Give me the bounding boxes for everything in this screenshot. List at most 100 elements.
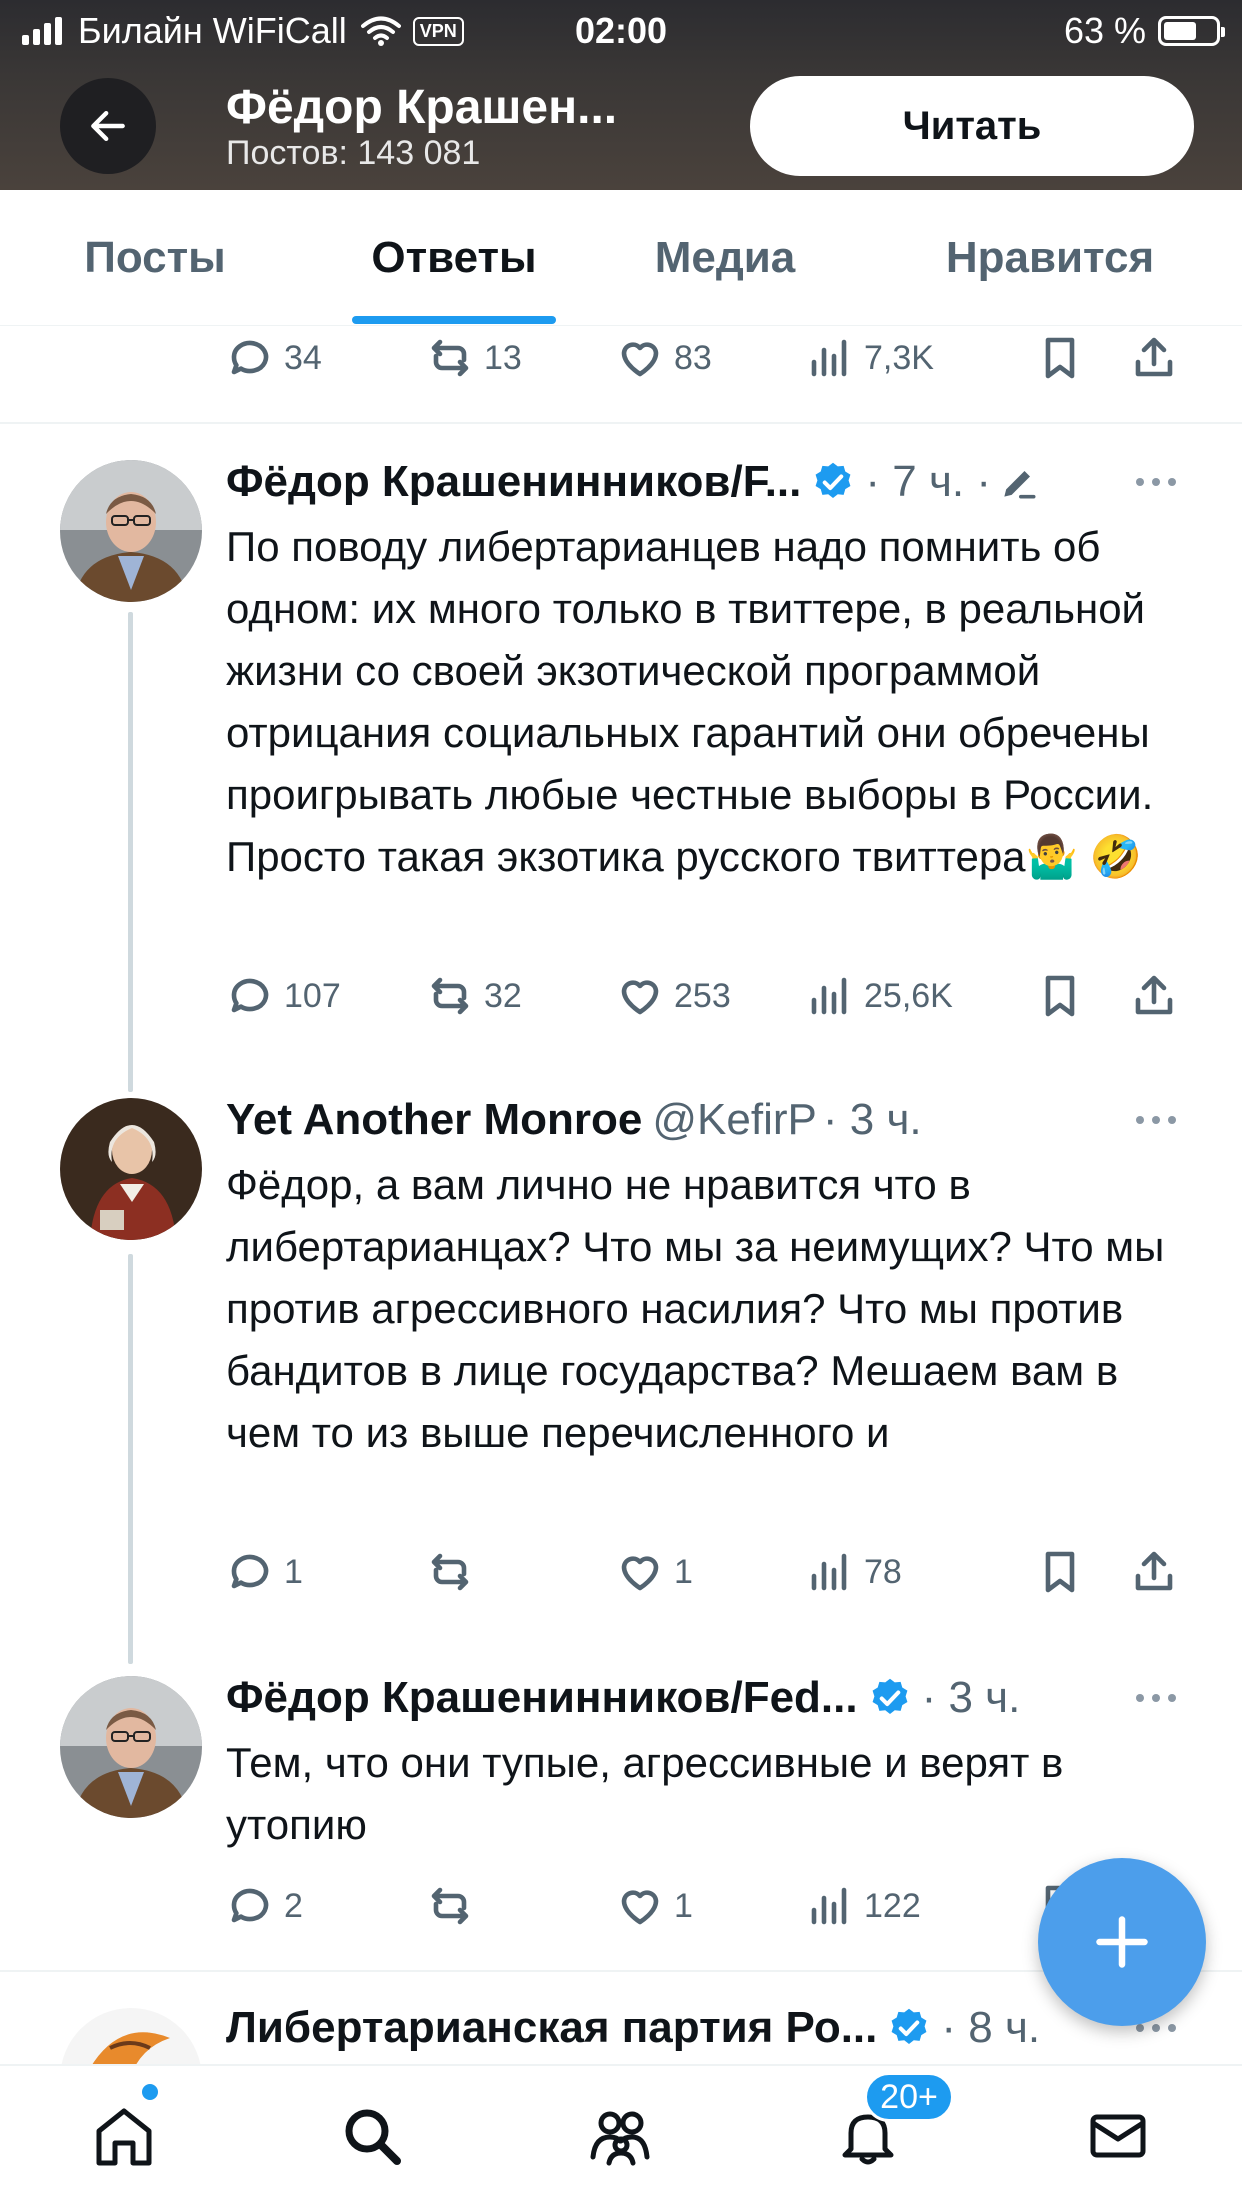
views-button[interactable]: 122 [806,1876,921,1936]
battery-label: 63 % [1063,10,1146,51]
views-count: 78 [864,1552,902,1591]
reply-button[interactable]: 34 [226,328,322,388]
bookmark-button[interactable] [1036,328,1084,388]
nav-search[interactable] [322,2086,422,2186]
share-button[interactable] [1130,328,1178,388]
heart-icon [621,342,659,377]
like-button[interactable]: 253 [616,966,731,1026]
tweet-header: Либертарианская партия Ро... · 8 ч. [226,1998,1186,2058]
retweet-button[interactable] [426,1876,484,1936]
like-count: 83 [674,338,712,377]
arrow-left-icon [91,110,125,142]
tweet-text: Фёдор, а вам лично не нравится что в либ… [226,1161,1165,1456]
posts-count: Постов: 143 081 [226,134,481,172]
bookmark-icon [1045,1551,1075,1593]
verified-badge-icon [815,462,851,498]
thread-line [128,1254,133,1664]
like-count: 253 [674,976,731,1015]
tweet-time: · 7 ч. · [865,457,991,506]
retweet-icon [431,1553,469,1591]
nav-home[interactable] [74,2086,174,2186]
retweet-icon [431,977,469,1015]
retweet-count: 32 [484,976,522,1015]
tweet-actions: 34 13 83 7,3K [226,328,1186,388]
more-options-icon[interactable] [1126,1090,1186,1150]
tweet-time: · 3 ч. [822,1095,922,1144]
profile-header: Билайн WiFiCall VPN 02:00 63 % Фёдор Кра… [0,0,1242,190]
nav-communities[interactable] [570,2086,670,2186]
retweet-icon [431,1887,469,1925]
reply-count: 1 [284,1552,303,1591]
tab-media[interactable]: Медиа [620,190,830,326]
status-bar: Билайн WiFiCall VPN 02:00 63 % [0,0,1242,62]
views-button[interactable]: 78 [806,1542,902,1602]
views-icon [811,1887,847,1925]
back-button[interactable] [60,78,156,174]
bookmark-button[interactable] [1036,1542,1084,1602]
tweet-time: · 3 ч. [921,1673,1021,1722]
like-button[interactable]: 1 [616,1876,693,1936]
tweet-time: · 8 ч. [941,2003,1041,2052]
heart-icon [621,1556,659,1591]
bookmark-button[interactable] [1036,966,1084,1026]
reply-button[interactable]: 107 [226,966,341,1026]
notifications-badge: 20+ [864,2072,954,2122]
like-count: 1 [674,1886,693,1925]
author-name[interactable]: Yet Another Monroe [226,1095,642,1145]
author-handle[interactable]: @KefirP [652,1095,816,1145]
verified-badge-icon [872,1678,908,1714]
nav-messages[interactable] [1068,2086,1168,2186]
heart-icon [621,1890,659,1925]
reply-button[interactable]: 1 [226,1542,303,1602]
share-button[interactable] [1130,966,1178,1026]
retweet-button[interactable]: 13 [426,328,522,388]
heart-icon [621,980,659,1015]
thread-line [128,612,133,1092]
share-icon [1135,337,1173,377]
tab-likes[interactable]: Нравится [920,190,1180,326]
author-name[interactable]: Либертарианская партия Ро... [226,2003,877,2053]
tab-posts[interactable]: Посты [40,190,270,326]
communities-icon [590,2111,650,2166]
retweet-count: 13 [484,338,522,377]
tweet-header: Фёдор Крашенинников/Fed... · 3 ч. [226,1668,1186,1728]
reply-button[interactable]: 2 [226,1876,303,1936]
battery-icon [1158,16,1225,46]
active-tab-indicator [352,316,556,324]
mail-icon [1090,2114,1146,2158]
tab-replies[interactable]: Ответы [340,190,568,326]
share-button[interactable] [1130,1542,1178,1602]
views-count: 25,6K [864,976,953,1015]
avatar[interactable] [60,460,202,602]
tweet-separator [0,422,1242,424]
like-button[interactable]: 83 [616,328,712,388]
profile-tabs: Посты Ответы Медиа Нравится [0,190,1242,326]
retweet-icon [431,339,469,377]
tweet-header: Yet Another Monroe @KefirP · 3 ч. [226,1090,1186,1150]
reply-count: 2 [284,1886,303,1925]
avatar[interactable] [60,1098,202,1240]
retweet-button[interactable] [426,1542,484,1602]
tweet-text: Тем, что они тупые, агрессивные и верят … [226,1739,1064,1848]
compose-button[interactable] [1038,1858,1206,2026]
reply-icon [231,978,269,1013]
avatar[interactable] [60,1676,202,1818]
more-options-icon[interactable] [1126,452,1186,512]
tweet-actions: 107 32 253 25,6K [226,966,1186,1026]
bookmark-icon [1045,337,1075,379]
like-button[interactable]: 1 [616,1542,693,1602]
clock: 02:00 [574,10,668,51]
views-button[interactable]: 7,3K [806,328,934,388]
follow-button[interactable]: Читать [750,76,1194,176]
reply-icon [231,1554,269,1589]
edited-pencil-icon [1004,471,1036,499]
author-name[interactable]: Фёдор Крашенинников/F... [226,457,801,507]
reply-count: 34 [284,338,322,377]
views-count: 122 [864,1886,921,1925]
more-options-icon[interactable] [1126,1668,1186,1728]
bottom-nav: 20+ [0,2064,1242,2208]
views-button[interactable]: 25,6K [806,966,953,1026]
retweet-button[interactable]: 32 [426,966,522,1026]
author-name[interactable]: Фёдор Крашенинников/Fed... [226,1673,858,1723]
share-icon [1135,1551,1173,1591]
